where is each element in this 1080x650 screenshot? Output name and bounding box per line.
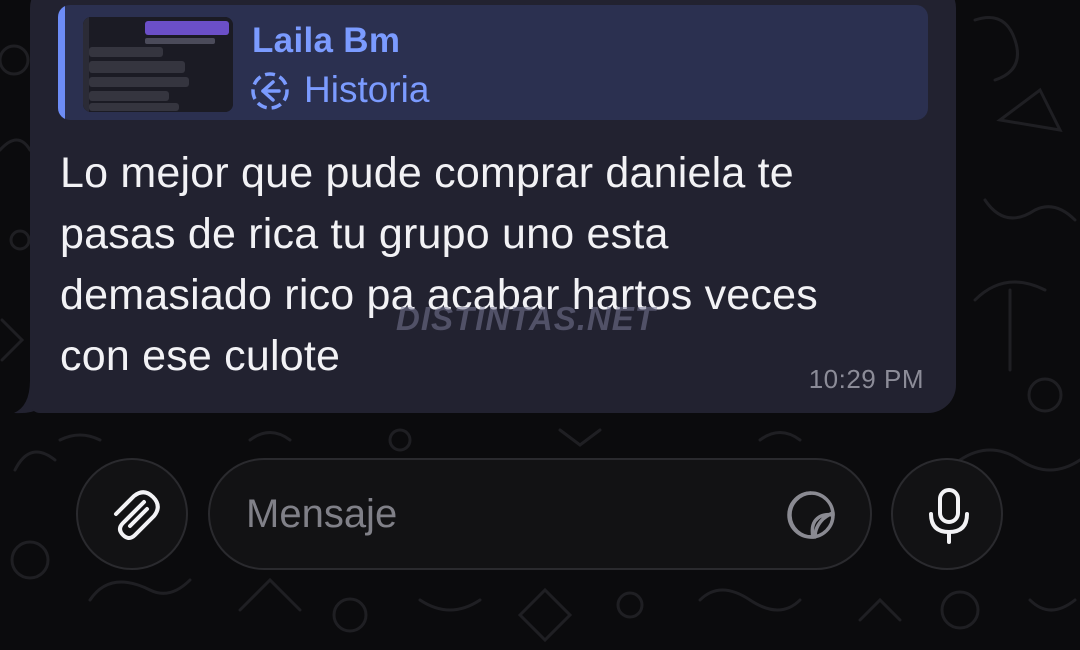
reply-context-label: Historia bbox=[304, 69, 430, 110]
microphone-icon bbox=[929, 488, 969, 544]
paperclip-icon bbox=[114, 490, 160, 540]
reply-accent-bar bbox=[58, 5, 65, 120]
reply-preview[interactable]: Laila Bm Historia bbox=[58, 5, 928, 120]
sticker-icon[interactable] bbox=[785, 489, 837, 541]
message-timestamp: 10:29 PM bbox=[808, 364, 924, 394]
story-icon bbox=[251, 72, 289, 110]
message-input-placeholder: Mensaje bbox=[246, 492, 398, 536]
watermark: DISTINTAS.NET bbox=[396, 300, 656, 337]
message-input[interactable]: Mensaje bbox=[208, 458, 872, 570]
microphone-button[interactable] bbox=[891, 458, 1003, 570]
attach-button[interactable] bbox=[76, 458, 188, 570]
story-thumbnail bbox=[83, 17, 233, 112]
message-text: Lo mejor que pude comprar daniela te pas… bbox=[60, 149, 818, 380]
reply-sender-name: Laila Bm bbox=[252, 21, 401, 60]
